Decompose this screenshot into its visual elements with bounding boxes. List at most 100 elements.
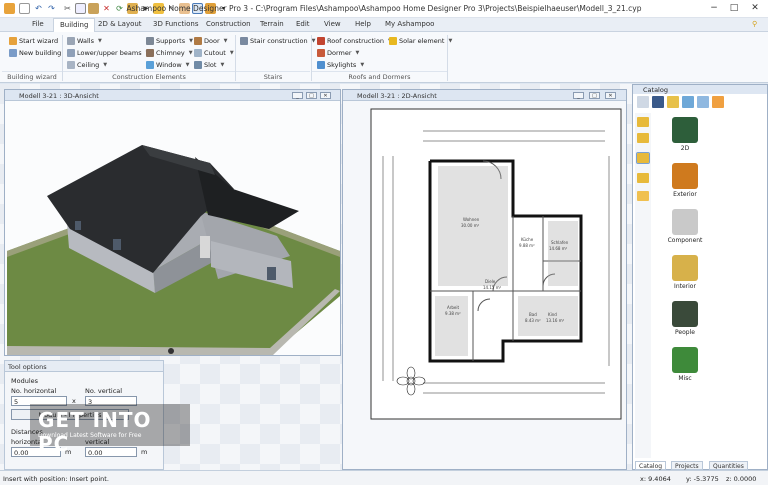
solar-element-button[interactable]: Solar element ▼	[389, 37, 452, 45]
view-2d-panel[interactable]: Modell 3-21 : 2D-Ansicht _ □ ✕ Wohnen 30…	[342, 89, 627, 470]
menu-bar: File Building 2D & Layout 3D Functions C…	[0, 18, 768, 33]
catalog-title: Catalog	[633, 85, 767, 94]
splitter-handle[interactable]	[168, 348, 174, 354]
door-button[interactable]: Door ▼	[194, 37, 228, 45]
catalog-item-interior[interactable]: Interior	[665, 255, 705, 290]
dormer-button[interactable]: Dormer ▼	[317, 49, 359, 57]
coord-x: x: 9.4064	[640, 475, 671, 483]
title-bar: ↶ ↷ ✂ ✕ ⟳ ➤ ↖ ▾ Ashampoo Home Designer P…	[0, 0, 768, 18]
no-horizontal-label: No. horizontal	[11, 387, 57, 395]
catalog-item-2d[interactable]: 2D	[665, 117, 705, 152]
catalog-item-component[interactable]: Component	[665, 209, 705, 244]
catalog-home-icon[interactable]	[637, 96, 649, 108]
close-button[interactable]: ✕	[320, 92, 331, 99]
catalog-side-tree	[635, 113, 651, 458]
room-area-schlafen: 14.68 m²	[549, 246, 568, 251]
coord-y: y: -5.3775	[686, 475, 719, 483]
tab-projects[interactable]: Projects	[671, 461, 703, 470]
walls-button[interactable]: Walls ▼	[67, 37, 102, 45]
catalog-item-exterior[interactable]: Exterior	[665, 163, 705, 198]
minimize-button[interactable]: −	[704, 2, 724, 15]
menu-2d-layout[interactable]: 2D & Layout	[98, 20, 142, 28]
skylight-icon	[317, 61, 325, 69]
maximize-button[interactable]: □	[306, 92, 317, 99]
stairs-icon	[240, 37, 248, 45]
room-area-arbeit: 9.38 m²	[445, 311, 461, 316]
ceiling-icon	[67, 61, 75, 69]
menu-building[interactable]: Building	[53, 18, 96, 33]
start-wizard-button[interactable]: Start wizard	[9, 37, 58, 45]
menu-3d-functions[interactable]: 3D Functions	[153, 20, 199, 28]
building-icon	[9, 49, 17, 57]
tab-quantities[interactable]: Quantities	[709, 461, 748, 470]
lower-upper-beams-button[interactable]: Lower/upper beams▼	[67, 49, 149, 57]
catalog-toolbar	[637, 96, 763, 110]
chevron-down-icon: ▼	[188, 50, 193, 56]
catalog-folder-icon[interactable]	[667, 96, 679, 108]
cutout-button[interactable]: Cutout ▼	[194, 49, 234, 57]
coord-z: z: 0.0000	[726, 475, 757, 483]
minimize-button[interactable]: _	[573, 92, 584, 99]
door-icon	[194, 37, 202, 45]
folder-icon[interactable]	[637, 173, 649, 183]
window-title: Ashampoo Home Designer Pro 3 - C:\Progra…	[126, 4, 642, 13]
solar-icon	[389, 37, 397, 45]
people-icon	[672, 301, 698, 327]
folder-icon[interactable]	[636, 152, 650, 164]
new-building-button[interactable]: New building	[9, 49, 61, 57]
menu-edit[interactable]: Edit	[296, 20, 310, 28]
catalog-layers-icon[interactable]	[682, 96, 694, 108]
chimney-button[interactable]: Chimney ▼	[146, 49, 193, 57]
component-icon	[672, 209, 698, 235]
ceiling-button[interactable]: Ceiling ▼	[67, 61, 107, 69]
beams-icon	[67, 49, 75, 57]
view-3d-render[interactable]	[5, 101, 340, 355]
menu-construction[interactable]: Construction	[206, 20, 251, 28]
catalog-star-icon[interactable]	[712, 96, 724, 108]
menu-view[interactable]: View	[324, 20, 341, 28]
room-label-schlafen: Schlafen	[551, 240, 569, 245]
catalog-item-misc[interactable]: Misc	[665, 347, 705, 382]
up-arrow-icon[interactable]	[637, 191, 649, 201]
window-button[interactable]: Window ▼	[146, 61, 190, 69]
catalog-book-icon[interactable]	[652, 96, 664, 108]
catalog-item-people[interactable]: People	[665, 301, 705, 336]
catalog-cube-icon[interactable]	[697, 96, 709, 108]
chevron-down-icon: ▼	[103, 62, 108, 68]
chevron-down-icon: ▼	[311, 38, 316, 44]
menu-help[interactable]: Help	[355, 20, 371, 28]
skylights-button[interactable]: Skylights ▼	[317, 61, 364, 69]
folder-icon[interactable]	[637, 117, 649, 127]
slot-button[interactable]: Slot ▼	[194, 61, 224, 69]
view-3d-title: Modell 3-21 : 3D-Ansicht	[5, 90, 340, 101]
room-label-bad: Bad	[529, 312, 537, 317]
room-label-kind: Kind	[548, 312, 557, 317]
stair-construction-button[interactable]: Stair construction ▼	[240, 37, 315, 45]
dormer-icon	[317, 49, 325, 57]
menu-my-ashampoo[interactable]: My Ashampoo	[385, 20, 434, 28]
room-area-bad: 8.43 m²	[525, 318, 541, 323]
minimize-button[interactable]: _	[292, 92, 303, 99]
roof-construction-button[interactable]: Roof construction▼	[317, 37, 392, 45]
view-3d-panel[interactable]: Modell 3-21 : 3D-Ansicht _ □ ✕	[4, 89, 341, 356]
floor-plan-canvas[interactable]: Wohnen 30.00 m² Küche 9.88 m² Schlafen 1…	[343, 101, 626, 469]
room-label-kueche: Küche	[521, 237, 534, 242]
cutout-icon	[194, 49, 202, 57]
menu-terrain[interactable]: Terrain	[260, 20, 284, 28]
chevron-down-icon: ▼	[189, 38, 193, 44]
room-area-kueche: 9.88 m²	[519, 243, 535, 248]
group-label-building-wizard: Building wizard	[2, 71, 62, 82]
tab-catalog[interactable]: Catalog	[635, 461, 667, 470]
maximize-button[interactable]: □	[589, 92, 600, 99]
menu-file[interactable]: File	[32, 20, 44, 28]
folder-icon[interactable]	[637, 133, 649, 143]
pin-icon[interactable]: ⚲	[752, 20, 757, 28]
chimney-icon	[146, 49, 154, 57]
supports-button[interactable]: Supports ▼	[146, 37, 193, 45]
close-button[interactable]: ✕	[745, 2, 765, 15]
room-label-arbeit: Arbeit	[447, 305, 459, 310]
maximize-button[interactable]: □	[724, 2, 744, 15]
close-button[interactable]: ✕	[605, 92, 616, 99]
group-separator	[447, 35, 448, 81]
status-text: Insert with position: Insert point.	[3, 475, 109, 483]
